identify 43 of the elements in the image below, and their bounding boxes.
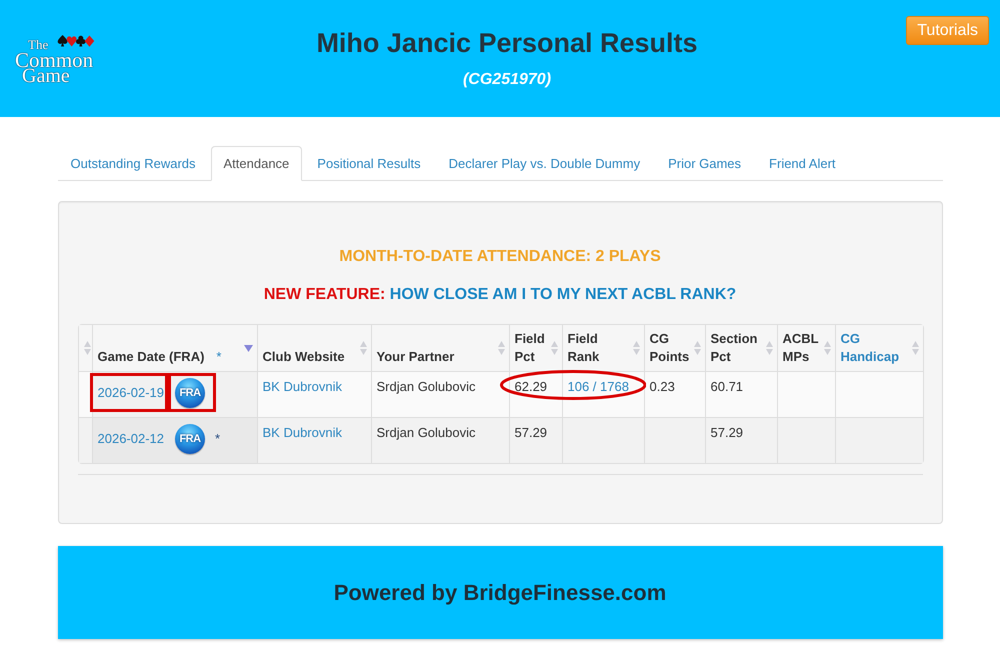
cell-link[interactable]: BK Dubrovnik: [262, 379, 342, 394]
column-link[interactable]: CG Handicap: [840, 330, 910, 366]
feature-heading: NEW FEATURE: HOW CLOSE AM I TO MY NEXT ACBL RANK?: [262, 285, 738, 305]
cell-link[interactable]: 106 / 1768: [568, 379, 629, 394]
tab[interactable]: Attendance: [210, 146, 302, 181]
note-link[interactable]: *: [216, 348, 222, 366]
note-link[interactable]: *: [215, 430, 220, 448]
tab[interactable]: Outstanding Rewards: [58, 146, 209, 181]
column-header[interactable]: CG Handicap: [834, 325, 922, 371]
tab[interactable]: Prior Games: [655, 146, 754, 181]
table-cell: 57.29: [704, 417, 776, 463]
attendance-summary: MONTH-TO-DATE ATTENDANCE: 2 PLAYS: [338, 247, 662, 267]
page-title: Miho Jancic Personal Results: [315, 27, 699, 59]
card-suits-icon: [57, 35, 96, 47]
table-cell: 0.23: [644, 371, 704, 417]
logo-text: Common: [15, 52, 94, 68]
date-link[interactable]: 2026-02-19: [98, 384, 164, 402]
column-label: Section Pct: [710, 330, 758, 366]
tab[interactable]: Friend Alert: [756, 146, 849, 181]
cell-link[interactable]: BK Dubrovnik: [262, 425, 342, 440]
footer-text: Powered by BridgeFinesse.com: [334, 579, 666, 607]
date-link[interactable]: 2026-02-12: [98, 430, 164, 448]
column-label: Field Pct: [514, 330, 546, 366]
feature-link[interactable]: HOW CLOSE AM I TO MY NEXT ACBL RANK?: [390, 286, 736, 303]
column-label: Field Rank: [568, 330, 600, 366]
member-id: (CG251970): [462, 70, 552, 89]
logo-text: The: [28, 38, 48, 52]
tab[interactable]: Positional Results: [304, 146, 434, 181]
game-type-badge: FRA: [175, 424, 205, 454]
game-type-badge: FRA: [175, 378, 205, 408]
column-label: ACBL MPs: [782, 330, 820, 366]
table-cell: Srdjan Golubovic: [370, 417, 508, 463]
table-cell: Srdjan Golubovic: [370, 371, 508, 417]
column-label: CG Points: [650, 330, 690, 366]
tab[interactable]: Declarer Play vs. Double Dummy: [436, 146, 654, 181]
table-cell: 60.71: [704, 371, 776, 417]
table-cell: 57.29: [508, 417, 562, 463]
tutorials-button[interactable]: Tutorials: [906, 16, 989, 45]
column-label: Game Date (FRA): [98, 348, 204, 366]
table-cell: [776, 371, 834, 417]
logo-text: Game: [22, 68, 70, 84]
column-label: Your Partner: [376, 348, 454, 366]
column-label: Club Website: [262, 348, 345, 366]
